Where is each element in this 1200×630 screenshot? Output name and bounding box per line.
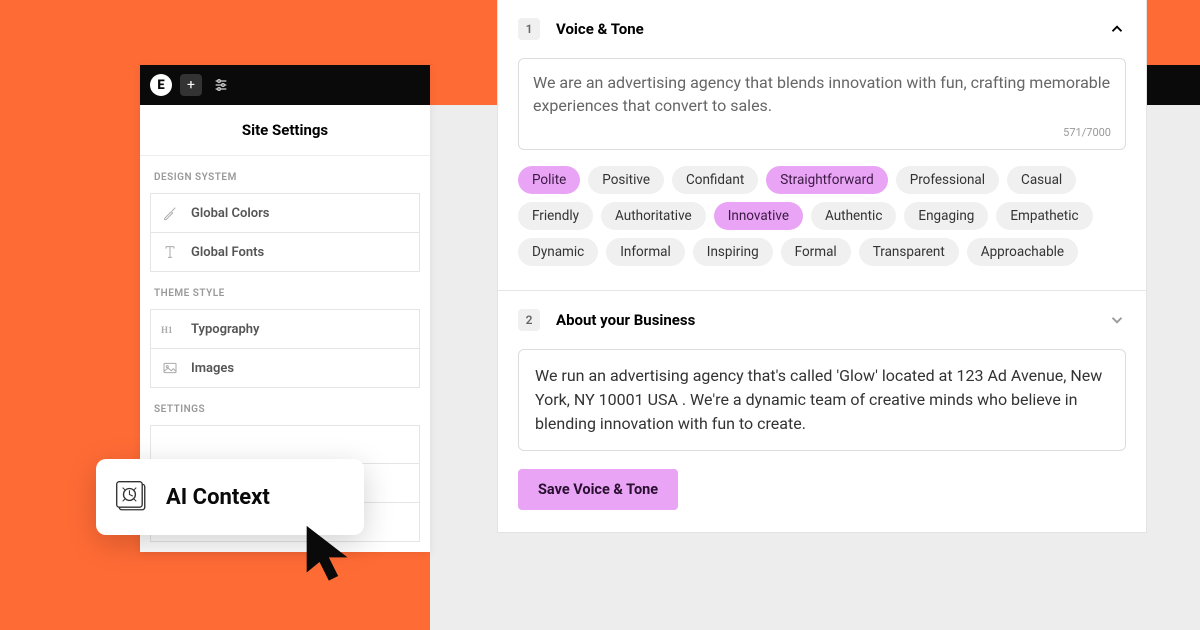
sidebar-item-global-fonts[interactable]: Global Fonts — [150, 232, 420, 272]
tone-tag-dynamic[interactable]: Dynamic — [518, 238, 598, 266]
tone-tag-inspiring[interactable]: Inspiring — [693, 238, 773, 266]
elementor-logo-icon[interactable]: E — [150, 74, 172, 96]
brush-icon — [161, 204, 179, 222]
textarea-content: We are an advertising agency that blends… — [533, 71, 1111, 117]
tone-tag-polite[interactable]: Polite — [518, 166, 580, 194]
add-button[interactable]: + — [180, 74, 202, 96]
cursor-icon — [300, 520, 360, 590]
step-number: 2 — [518, 309, 540, 331]
accordion-title: About your Business — [556, 311, 1092, 329]
ai-context-title: AI Context — [166, 485, 270, 510]
step-number: 1 — [518, 18, 540, 40]
svg-text:H1: H1 — [161, 325, 173, 335]
section-label-design-system: DESIGN SYSTEM — [140, 156, 430, 193]
tone-tags: Polite Positive Confidant Straightforward Pr… — [498, 166, 1146, 284]
ai-context-icon — [114, 479, 150, 515]
tone-tag-formal[interactable]: Formal — [781, 238, 851, 266]
sidebar-item-label: Global Colors — [191, 206, 269, 221]
type-icon — [161, 243, 179, 261]
save-voice-tone-button[interactable]: Save Voice & Tone — [518, 469, 678, 510]
chevron-up-icon — [1108, 20, 1126, 38]
sidebar-item-label: Images — [191, 361, 234, 376]
tone-tag-authoritative[interactable]: Authoritative — [601, 202, 706, 230]
tone-tag-casual[interactable]: Casual — [1007, 166, 1076, 194]
section-label-settings: SETTINGS — [140, 388, 430, 425]
tone-tag-innovative[interactable]: Innovative — [714, 202, 803, 230]
sidebar-item-global-colors[interactable]: Global Colors — [150, 193, 420, 232]
tone-tag-positive[interactable]: Positive — [588, 166, 664, 194]
tone-tag-straightforward[interactable]: Straightforward — [766, 166, 887, 194]
sidebar-title: Site Settings — [140, 105, 430, 156]
tone-tag-professional[interactable]: Professional — [896, 166, 999, 194]
tone-tag-confidant[interactable]: Confidant — [672, 166, 758, 194]
tone-tag-authentic[interactable]: Authentic — [811, 202, 896, 230]
sidebar-item-label: Typography — [191, 322, 260, 337]
tone-tag-friendly[interactable]: Friendly — [518, 202, 593, 230]
h1-icon: H1 — [161, 320, 179, 338]
tone-tag-empathetic[interactable]: Empathetic — [996, 202, 1092, 230]
sidebar-topbar: E + — [140, 65, 430, 105]
tone-tag-engaging[interactable]: Engaging — [904, 202, 988, 230]
accordion-voice-tone-header[interactable]: 1 Voice & Tone — [498, 0, 1146, 58]
sidebar-item-hidden[interactable] — [150, 425, 420, 463]
gear-icon — [161, 436, 179, 454]
voice-tone-textarea[interactable]: We are an advertising agency that blends… — [518, 58, 1126, 150]
tone-tag-transparent[interactable]: Transparent — [859, 238, 959, 266]
image-icon — [161, 359, 179, 377]
accordion-about-business-header[interactable]: 2 About your Business — [498, 291, 1146, 349]
sidebar-item-images[interactable]: Images — [150, 348, 420, 388]
adjustments-icon[interactable] — [210, 74, 232, 96]
sidebar-item-label: Global Fonts — [191, 245, 264, 260]
tone-tag-informal[interactable]: Informal — [606, 238, 685, 266]
sidebar-item-typography[interactable]: H1 Typography — [150, 309, 420, 348]
section-label-theme-style: THEME STYLE — [140, 272, 430, 309]
accordion-title: Voice & Tone — [556, 20, 1092, 38]
about-business-textarea[interactable]: We run an advertising agency that's call… — [518, 349, 1126, 451]
char-count: 571/7000 — [1063, 126, 1111, 139]
chevron-down-icon — [1108, 311, 1126, 329]
tone-tag-approachable[interactable]: Approachable — [967, 238, 1078, 266]
main-panel: 1 Voice & Tone We are an advertising age… — [497, 0, 1147, 533]
